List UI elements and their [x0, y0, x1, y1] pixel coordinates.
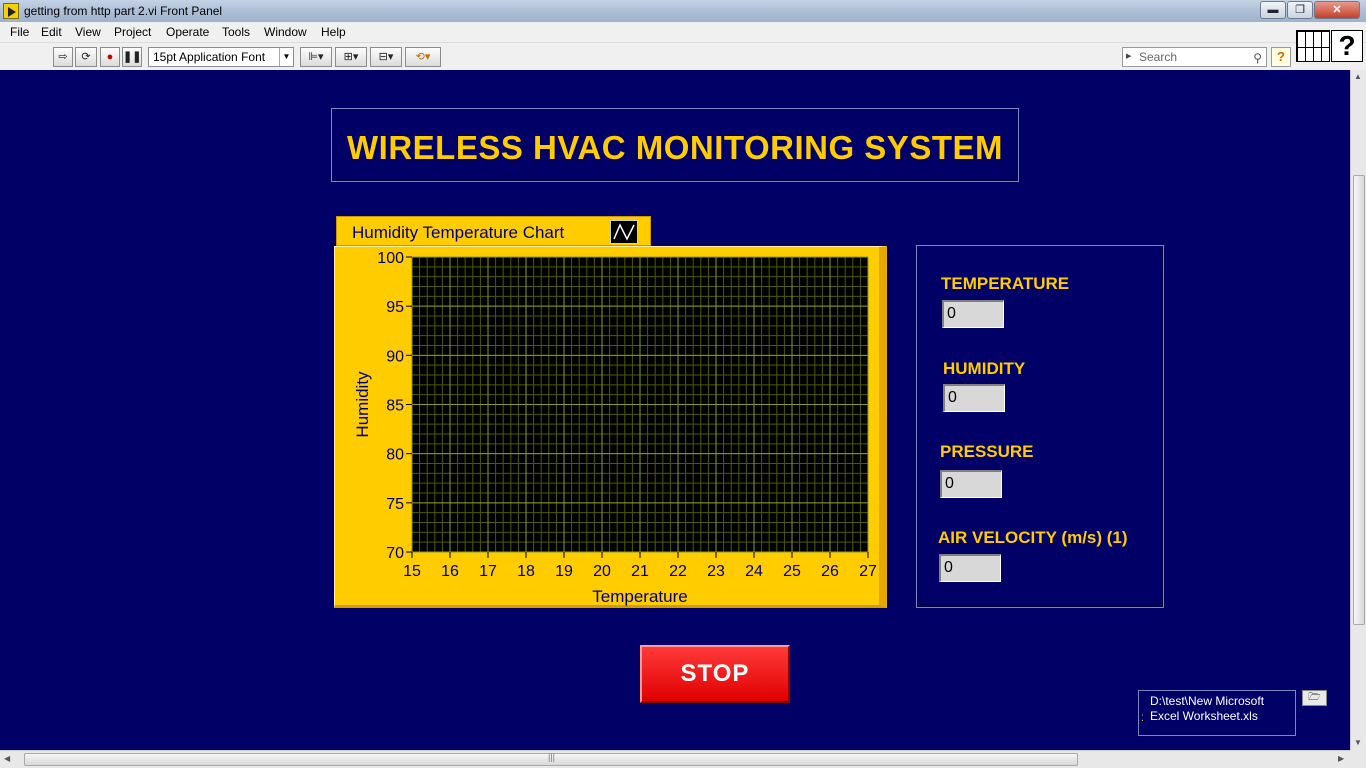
x-tick-label: 19 — [555, 563, 573, 580]
x-tick-label: 20 — [593, 563, 611, 580]
x-tick-label: 16 — [441, 563, 459, 580]
window-title: getting from http part 2.vi Front Panel — [24, 4, 223, 18]
temperature-label: TEMPERATURE — [941, 274, 1070, 293]
page-title: WIRELESS HVAC MONITORING SYSTEM — [347, 129, 1003, 166]
y-tick-label: 80 — [386, 447, 404, 464]
distribute-objects-button[interactable]: ⊞▾ — [335, 47, 367, 67]
title-decoration: WIRELESS HVAC MONITORING SYSTEM — [331, 108, 1019, 182]
x-tick-label: 24 — [745, 563, 763, 580]
x-tick-label: 15 — [403, 563, 421, 580]
align-objects-button[interactable]: ⊫▾ — [300, 47, 332, 67]
y-tick-label: 75 — [386, 496, 404, 513]
x-tick-label: 27 — [859, 563, 877, 580]
temperature-indicator: 0 — [942, 300, 1004, 328]
menu-project[interactable]: Project — [114, 25, 151, 39]
path-dots-icon: ⁚ — [1141, 713, 1144, 723]
x-tick-label: 18 — [517, 563, 535, 580]
labview-vi-icon — [3, 3, 19, 19]
x-tick-label: 25 — [783, 563, 801, 580]
abort-button[interactable]: ● — [100, 47, 120, 67]
run-continuously-button[interactable]: ⟳ — [75, 47, 97, 67]
file-path-line2: Excel Worksheet.xls — [1150, 709, 1258, 723]
y-tick-label: 90 — [386, 348, 404, 365]
menu-tools[interactable]: Tools — [222, 25, 250, 39]
pause-button[interactable]: ❚❚ — [122, 47, 142, 67]
search-placeholder: Search — [1139, 50, 1178, 64]
search-icon: ⚲ — [1253, 51, 1262, 65]
humidity-indicator: 0 — [943, 384, 1005, 412]
vertical-scroll-thumb[interactable] — [1353, 175, 1365, 625]
y-tick-label: 95 — [386, 299, 404, 316]
search-options-icon: ▶ — [1126, 53, 1132, 60]
vi-icon-question[interactable]: ? — [1331, 30, 1363, 62]
scroll-left-icon[interactable]: ◀ — [4, 754, 10, 763]
menu-help[interactable]: Help — [321, 25, 346, 39]
browse-folder-button[interactable]: 🗁 — [1302, 690, 1327, 706]
menu-edit[interactable]: Edit — [41, 25, 62, 39]
context-help-button[interactable]: ? — [1271, 47, 1291, 67]
x-tick-label: 26 — [821, 563, 839, 580]
scroll-down-icon[interactable]: ▼ — [1354, 738, 1362, 747]
x-tick-label: 22 — [669, 563, 687, 580]
menu-window[interactable]: Window — [264, 25, 307, 39]
scroll-up-icon[interactable]: ▲ — [1354, 72, 1362, 81]
chart-label-bar: Humidity Temperature Chart — [336, 216, 651, 246]
humidity-label: HUMIDITY — [943, 359, 1026, 378]
x-axis-label: Temperature — [592, 587, 687, 606]
y-tick-label: 100 — [377, 250, 404, 267]
scrollbar-corner — [1350, 750, 1366, 768]
maximize-button[interactable]: ❐ — [1287, 1, 1313, 19]
y-tick-label: 85 — [386, 398, 404, 415]
menu-file[interactable]: File — [10, 25, 29, 39]
waveform-icon — [613, 223, 635, 241]
pressure-indicator: 0 — [940, 470, 1002, 498]
run-button[interactable]: ⇨ — [53, 47, 73, 67]
chart-title: Humidity Temperature Chart — [352, 223, 565, 242]
x-tick-label: 21 — [631, 563, 649, 580]
font-select[interactable]: 15pt Application Font ▼ — [148, 47, 294, 67]
air-velocity-label: AIR VELOCITY (m/s) (1) — [938, 528, 1128, 547]
vertical-scrollbar[interactable]: ▲ ▼ — [1350, 70, 1366, 750]
y-tick-label: 70 — [386, 545, 404, 562]
reorder-button[interactable]: ⟲▾ — [405, 47, 441, 67]
connector-pane-icon[interactable] — [1296, 30, 1330, 62]
minimize-button[interactable]: ▬ — [1260, 1, 1286, 19]
humidity-temperature-chart[interactable]: 15 16 17 18 19 20 21 22 23 24 25 26 27 70 75 80 85 90 95 10… — [334, 246, 887, 608]
air-velocity-indicator: 0 — [939, 554, 1001, 582]
scroll-grip-icon: ||| — [548, 752, 556, 762]
search-input[interactable]: ▶ Search ⚲ — [1122, 47, 1267, 67]
chevron-down-icon: ▼ — [279, 48, 293, 66]
menu-operate[interactable]: Operate — [166, 25, 209, 39]
stop-button[interactable]: STOP — [640, 645, 790, 703]
pressure-label: PRESSURE — [940, 442, 1034, 461]
file-path-line1: D:\test\New Microsoft — [1150, 694, 1265, 708]
file-path-indicator[interactable]: ⁚ D:\test\New Microsoft Excel Worksheet.… — [1138, 690, 1296, 736]
plot-legend-icon[interactable] — [610, 220, 638, 244]
x-tick-label: 17 — [479, 563, 497, 580]
y-axis-label: Humidity — [353, 371, 372, 438]
menu-view[interactable]: View — [75, 25, 101, 39]
window-title-bar: getting from http part 2.vi Front Panel … — [0, 0, 1366, 22]
menu-bar: File Edit View Project Operate Tools Win… — [0, 22, 1366, 43]
scroll-right-icon[interactable]: ▶ — [1338, 754, 1344, 763]
resize-objects-button[interactable]: ⊟▾ — [370, 47, 402, 67]
folder-icon: 🗁 — [1308, 692, 1321, 703]
horizontal-scrollbar[interactable]: ◀ ||| ▶ — [0, 750, 1350, 768]
font-select-value: 15pt Application Font — [153, 50, 266, 64]
x-tick-label: 23 — [707, 563, 725, 580]
close-button[interactable]: ✕ — [1314, 1, 1360, 19]
